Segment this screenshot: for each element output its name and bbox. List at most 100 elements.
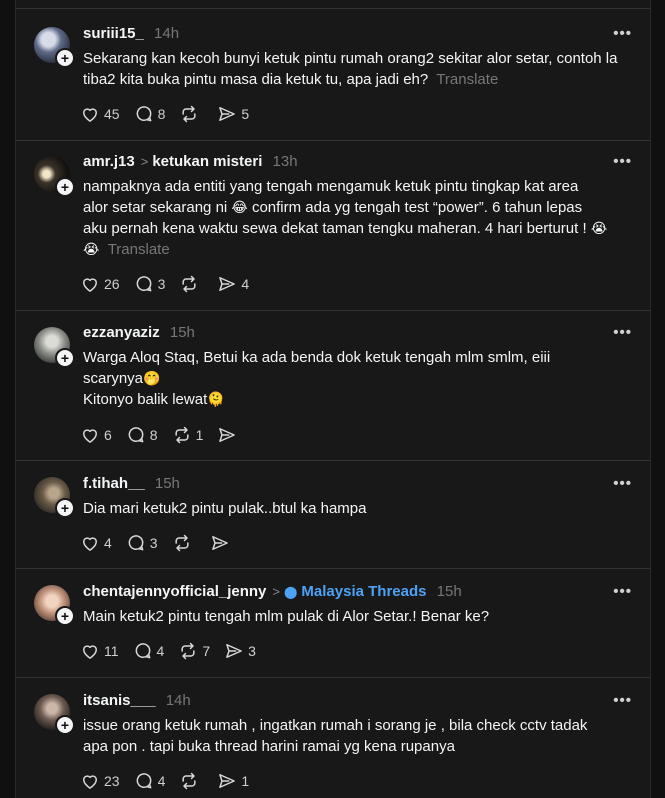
action-bar: 11 4 7 3 xyxy=(80,639,270,663)
post[interactable]: + itsanis___ 14h ••• issue orang ketuk r… xyxy=(16,678,650,798)
post-text: Main ketuk2 pintu tengah mlm pulak di Al… xyxy=(83,608,490,625)
share-button[interactable] xyxy=(210,533,234,553)
action-bar: 23 4 1 xyxy=(80,769,263,793)
timestamp: 15h xyxy=(154,475,180,492)
repost-button[interactable] xyxy=(179,104,203,124)
action-bar: 4 3 xyxy=(80,531,248,555)
reply-icon xyxy=(133,641,153,661)
repost-button[interactable]: 7 xyxy=(178,641,210,661)
reply-icon xyxy=(134,104,154,124)
more-options-icon[interactable]: ••• xyxy=(613,691,632,711)
follow-plus-icon[interactable]: + xyxy=(55,498,75,518)
follow-plus-icon[interactable]: + xyxy=(55,177,75,197)
username[interactable]: suriii15_ xyxy=(83,25,144,42)
share-icon xyxy=(210,533,230,553)
share-icon xyxy=(217,771,237,791)
chevron-right-icon: > xyxy=(272,584,280,599)
post[interactable]: + ezzanyaziz 15h ••• Warga Aloq Staq, Be… xyxy=(16,311,650,461)
post-text: issue orang ketuk rumah , ingatkan rumah… xyxy=(83,717,588,755)
repost-button[interactable] xyxy=(179,771,203,791)
post[interactable]: + suriii15_ 14h ••• Sekarang kan kecoh b… xyxy=(16,8,650,141)
follow-plus-icon[interactable]: + xyxy=(55,48,75,68)
username[interactable]: chentajennyofficial_jenny xyxy=(83,583,266,600)
follow-plus-icon[interactable]: + xyxy=(55,348,75,368)
reply-button[interactable]: 4 xyxy=(134,771,165,791)
share-button[interactable] xyxy=(217,425,241,445)
repost-icon xyxy=(172,533,192,553)
action-bar: 6 8 1 xyxy=(80,423,255,447)
like-button[interactable]: 45 xyxy=(80,104,120,124)
timestamp: 15h xyxy=(169,324,195,341)
more-options-icon[interactable]: ••• xyxy=(613,24,632,44)
avatar[interactable]: + xyxy=(34,156,75,197)
repost-icon xyxy=(179,771,199,791)
avatar[interactable]: + xyxy=(34,27,75,68)
post[interactable]: + chentajennyofficial_jenny > ⬤ Malaysia Th… xyxy=(16,569,650,678)
share-icon xyxy=(217,104,237,124)
post-text: Warga Aloq Staq, Betui ka ada benda dok … xyxy=(83,349,551,408)
username[interactable]: itsanis___ xyxy=(83,692,156,709)
username[interactable]: amr.j13 xyxy=(83,153,135,170)
repost-icon xyxy=(179,274,199,294)
more-options-icon[interactable]: ••• xyxy=(613,323,632,343)
post-text: Dia mari ketuk2 pintu pulak..btul ka ham… xyxy=(83,500,367,517)
timestamp: 14h xyxy=(154,25,180,42)
like-button[interactable]: 11 xyxy=(80,641,119,661)
topic-tag[interactable]: ketukan misteri xyxy=(152,153,262,170)
more-options-icon[interactable]: ••• xyxy=(613,152,632,172)
reply-button[interactable]: 8 xyxy=(126,425,158,445)
emoji: 😭 xyxy=(83,241,100,257)
repost-icon xyxy=(178,641,198,661)
share-button[interactable]: 3 xyxy=(224,641,256,661)
post[interactable]: + amr.j13 > ketukan misteri 13h ••• nampak… xyxy=(16,140,650,311)
translate-link[interactable]: Translate xyxy=(436,71,498,88)
action-bar: 45 8 5 xyxy=(80,102,263,126)
reply-button[interactable]: 3 xyxy=(126,533,158,553)
avatar[interactable]: + xyxy=(34,585,75,626)
share-button[interactable]: 1 xyxy=(217,771,249,791)
reply-icon xyxy=(126,425,146,445)
like-button[interactable]: 23 xyxy=(80,771,120,791)
share-button[interactable]: 4 xyxy=(217,274,249,294)
repost-button[interactable] xyxy=(179,274,203,294)
post-text: nampaknya ada entiti yang tengah mengamu… xyxy=(83,178,608,258)
avatar[interactable]: + xyxy=(34,477,75,518)
heart-icon xyxy=(80,104,100,124)
action-bar: 26 3 4 xyxy=(80,272,263,296)
repost-icon xyxy=(172,425,192,445)
community-tag[interactable]: Malaysia Threads xyxy=(301,583,426,600)
chevron-right-icon: > xyxy=(140,154,149,169)
heart-icon xyxy=(80,641,100,661)
share-icon xyxy=(217,274,237,294)
share-icon xyxy=(217,425,237,445)
repost-button[interactable] xyxy=(172,533,196,553)
username[interactable]: f.tihah__ xyxy=(83,475,145,492)
feed: + suriii15_ 14h ••• Sekarang kan kecoh b… xyxy=(15,0,651,798)
reply-button[interactable]: 3 xyxy=(134,274,165,294)
post[interactable]: + f.tihah__ 15h ••• Dia mari ketuk2 pint… xyxy=(16,461,650,569)
translate-link[interactable]: Translate xyxy=(108,241,170,258)
avatar[interactable]: + xyxy=(34,694,75,735)
follow-plus-icon[interactable]: + xyxy=(55,606,75,626)
emoji: 🤭 xyxy=(143,370,161,386)
reply-button[interactable]: 8 xyxy=(134,104,165,124)
like-button[interactable]: 26 xyxy=(80,274,120,294)
follow-plus-icon[interactable]: + xyxy=(55,715,75,735)
reply-icon xyxy=(134,274,154,294)
reply-button[interactable]: 4 xyxy=(133,641,164,661)
share-button[interactable]: 5 xyxy=(217,104,249,124)
heart-icon xyxy=(80,274,100,294)
heart-icon xyxy=(80,533,100,553)
timestamp: 15h xyxy=(436,583,462,600)
heart-icon xyxy=(80,425,100,445)
share-icon xyxy=(224,641,244,661)
like-button[interactable]: 6 xyxy=(80,425,112,445)
more-options-icon[interactable]: ••• xyxy=(613,474,632,494)
emoji: 😂 xyxy=(231,199,248,215)
more-options-icon[interactable]: ••• xyxy=(613,582,632,602)
repost-button[interactable]: 1 xyxy=(172,425,203,445)
like-button[interactable]: 4 xyxy=(80,533,112,553)
username[interactable]: ezzanyaziz xyxy=(83,324,160,341)
avatar[interactable]: + xyxy=(34,327,75,368)
emoji: 😭 xyxy=(590,220,608,236)
